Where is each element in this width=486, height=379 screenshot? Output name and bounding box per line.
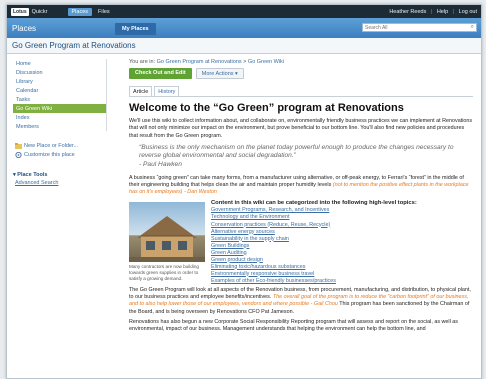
article-bottom: The Go Green Program will look at all as… bbox=[129, 287, 473, 334]
breadcrumb-prefix: You are in: bbox=[129, 59, 156, 65]
breadcrumb-place-link[interactable]: Go Green Program at Renovations bbox=[157, 59, 242, 65]
sidebar-item-discussion[interactable]: Discussion bbox=[13, 68, 106, 77]
user-name-link[interactable]: Heather Reeds bbox=[389, 9, 426, 15]
customize-label: Customize this place bbox=[24, 152, 75, 158]
sidebar-item-tasks[interactable]: Tasks bbox=[13, 95, 106, 104]
place-title: Go Green Program at Renovations bbox=[7, 38, 481, 54]
topics-list: Content in this wiki can be categorized … bbox=[211, 200, 473, 284]
search-input[interactable] bbox=[365, 24, 460, 31]
place-tools: ▾ Place Tools Advanced Search bbox=[13, 172, 107, 186]
image-topics-row: Many contractors are now building toward… bbox=[129, 200, 473, 284]
tab-files[interactable]: Files bbox=[98, 9, 110, 15]
topic-link[interactable]: Green Buildings bbox=[211, 243, 473, 250]
new-folder-icon bbox=[15, 143, 22, 149]
logout-link[interactable]: Log out bbox=[459, 9, 477, 15]
bottom-paragraph-1: The Go Green Program will look at all as… bbox=[129, 287, 473, 316]
photo-caption: Many contractors are now building toward… bbox=[129, 264, 199, 282]
separator: | bbox=[452, 8, 455, 15]
bottom-paragraph-2: Renovations has also begun a new Corpora… bbox=[129, 318, 459, 333]
tab-history[interactable]: History bbox=[154, 86, 180, 96]
topic-link[interactable]: Environmentally responsive business trav… bbox=[211, 271, 473, 278]
topic-link[interactable]: Alternative energy sources bbox=[211, 229, 473, 236]
topic-link[interactable]: Conservation practices (Reduce, Reuse, R… bbox=[211, 222, 473, 229]
topic-link[interactable]: Green product design bbox=[211, 257, 473, 264]
search-icon[interactable]: ⌕ bbox=[471, 24, 474, 31]
app-name: Quickr bbox=[31, 8, 48, 15]
topics-header: Content in this wiki can be categorized … bbox=[211, 200, 417, 207]
tab-article[interactable]: Article bbox=[129, 86, 153, 96]
main-content: You are in: Go Green Program at Renovati… bbox=[107, 54, 481, 336]
topic-link[interactable]: Government Programs, Research, and Incen… bbox=[211, 207, 473, 214]
place-tools-toggle[interactable]: ▾ Place Tools bbox=[13, 172, 107, 178]
topic-link[interactable]: Examples of other Eco-friendly businesse… bbox=[211, 278, 473, 285]
sidebar: Home Discussion Library Calendar Tasks G… bbox=[7, 54, 107, 336]
search-box: ⌕ bbox=[362, 23, 477, 32]
topic-link[interactable]: Sustainability in the supply chain bbox=[211, 236, 473, 243]
quote-author: - Paul Hawken bbox=[139, 161, 182, 169]
article-quote: “Business is the only mechanism on the p… bbox=[139, 144, 473, 170]
app-window: Lotus Quickr Places Files Heather Reeds … bbox=[6, 4, 482, 379]
breadcrumb-separator: > bbox=[243, 59, 247, 65]
lotus-logo: Lotus bbox=[11, 7, 29, 16]
sidebar-nav: Home Discussion Library Calendar Tasks G… bbox=[13, 59, 107, 131]
separator: | bbox=[430, 8, 433, 15]
check-out-edit-button[interactable]: Check Out and Edit bbox=[129, 68, 192, 79]
sidebar-item-library[interactable]: Library bbox=[13, 77, 106, 86]
image-block: Many contractors are now building toward… bbox=[129, 200, 211, 284]
sidebar-item-go-green-wiki[interactable]: Go Green Wiki bbox=[13, 104, 106, 113]
place-actions: New Place or Folder... Customize this pl… bbox=[15, 143, 107, 159]
places-bar: Places My Places ⌕ bbox=[7, 18, 481, 38]
breadcrumb: You are in: Go Green Program at Renovati… bbox=[129, 59, 473, 65]
sidebar-item-members[interactable]: Members bbox=[13, 122, 106, 131]
page-tabs: Article History bbox=[129, 86, 473, 97]
green-building-photo bbox=[129, 202, 205, 263]
place-tools-title: Place Tools bbox=[17, 172, 48, 178]
help-link[interactable]: Help bbox=[437, 9, 448, 15]
sidebar-item-home[interactable]: Home bbox=[13, 59, 106, 68]
topic-link[interactable]: Technology and the Environment bbox=[211, 214, 473, 221]
advanced-search-link[interactable]: Advanced Search bbox=[15, 180, 107, 186]
content-area: Home Discussion Library Calendar Tasks G… bbox=[7, 54, 481, 336]
topic-link[interactable]: Green Auditing bbox=[211, 250, 473, 257]
my-places-button[interactable]: My Places bbox=[115, 23, 156, 35]
customize-link[interactable]: Customize this place bbox=[15, 151, 107, 159]
customize-icon bbox=[15, 151, 22, 159]
new-place-link[interactable]: New Place or Folder... bbox=[15, 143, 107, 149]
tab-places[interactable]: Places bbox=[67, 7, 93, 16]
quote-text: “Business is the only mechanism on the p… bbox=[139, 143, 454, 160]
breadcrumb-page-link[interactable]: Go Green Wiki bbox=[248, 59, 284, 65]
sidebar-item-index[interactable]: Index bbox=[13, 113, 106, 122]
more-actions-button[interactable]: More Actions ▾ bbox=[195, 68, 244, 79]
article-intro: We'll use this wiki to collect informati… bbox=[129, 118, 473, 139]
places-title[interactable]: Places bbox=[12, 24, 36, 33]
top-bar: Lotus Quickr Places Files Heather Reeds … bbox=[7, 5, 481, 18]
topic-link[interactable]: Eliminating toxic/hazardous substances bbox=[211, 264, 473, 271]
page-actions: Check Out and Edit More Actions ▾ bbox=[129, 68, 473, 79]
article-paragraph: A business “going green” can take many f… bbox=[129, 175, 473, 197]
article-title: Welcome to the “Go Green” program at Ren… bbox=[129, 102, 404, 114]
new-place-label: New Place or Folder... bbox=[24, 143, 79, 149]
sidebar-item-calendar[interactable]: Calendar bbox=[13, 86, 106, 95]
